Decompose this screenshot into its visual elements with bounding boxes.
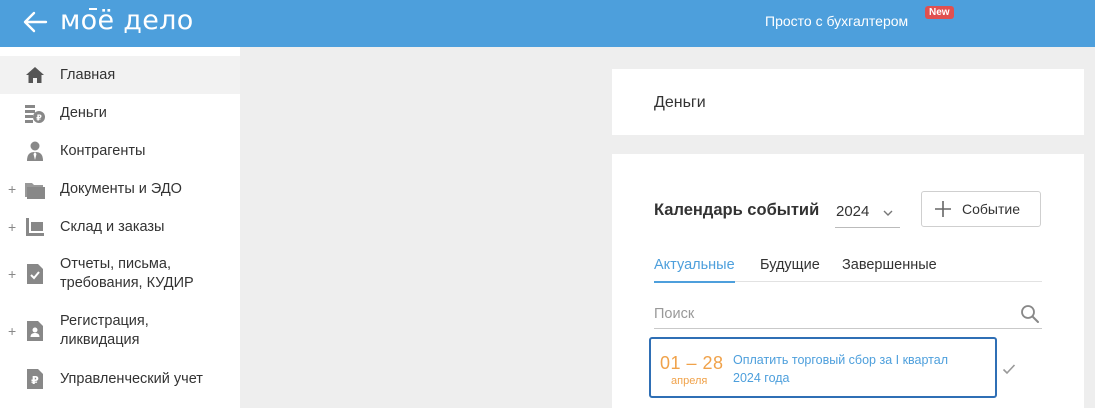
events-tabs: Актуальные Будущие Завершенные [654, 254, 1042, 283]
sidebar-item-label: Контрагенты [60, 143, 146, 159]
sidebar-item-label: Главная [60, 67, 116, 83]
app-logo[interactable]: моё дело [60, 5, 194, 36]
expand-plus-icon[interactable]: + [8, 182, 16, 196]
chevron-down-icon [883, 210, 893, 216]
back-arrow-icon[interactable] [22, 10, 48, 34]
add-event-button[interactable]: Событие [921, 191, 1041, 227]
home-icon [26, 67, 44, 83]
svg-text:₽: ₽ [31, 374, 39, 387]
money-coins-icon: ₽ [25, 105, 45, 123]
report-check-icon [27, 264, 43, 284]
expand-plus-icon[interactable]: + [8, 220, 16, 234]
sidebar-item-label: Документы и ЭДО [60, 181, 182, 197]
event-month: апреля [671, 375, 708, 387]
svg-text:₽: ₽ [36, 114, 42, 123]
sidebar-item-warehouse[interactable]: + Склад и заказы [0, 208, 240, 246]
sidebar-item-reports[interactable]: + Отчеты, письма, требования, КУДИР [0, 246, 240, 302]
add-event-label: Событие [962, 201, 1020, 217]
sidebar-item-counterparties[interactable]: Контрагенты [0, 132, 240, 170]
sidebar-item-management-accounting[interactable]: ₽ Управленческий учет [0, 360, 240, 398]
checkmark-icon[interactable] [1002, 363, 1016, 375]
warehouse-cart-icon [26, 218, 44, 236]
sidebar-item-home[interactable]: Главная [0, 56, 240, 94]
counterparty-person-icon [27, 141, 43, 161]
event-title-line1: Оплатить торговый сбор за I квартал [733, 353, 949, 367]
registration-doc-icon [27, 321, 43, 341]
sidebar-item-label: Склад и заказы [60, 219, 165, 235]
search-input[interactable] [654, 303, 1004, 325]
expand-plus-icon[interactable]: + [8, 267, 16, 281]
sidebar-item-label-line1: Регистрация, [60, 313, 149, 329]
promo-link[interactable]: Просто с бухгалтером [765, 13, 908, 29]
tab-upcoming[interactable]: Будущие [760, 257, 820, 283]
year-select[interactable]: 2024 [835, 199, 900, 228]
plus-icon [935, 201, 951, 217]
sidebar: Главная ₽ Деньги Контрагенты + Документы… [0, 47, 240, 408]
sidebar-item-label-line2: требования, КУДИР [60, 275, 194, 291]
tab-current[interactable]: Актуальные [654, 257, 735, 283]
event-title[interactable]: Оплатить торговый сбор за I квартал 2024… [733, 351, 983, 387]
calendar-title: Календарь событий [654, 201, 820, 219]
top-bar: моё дело Просто с бухгалтером New [0, 0, 1095, 47]
event-card[interactable]: 01 – 28 апреля Оплатить торговый сбор за… [649, 337, 997, 398]
year-select-value: 2024 [836, 203, 870, 220]
money-widget-title[interactable]: Деньги [654, 94, 706, 112]
sidebar-item-label-line2: ликвидация [60, 332, 140, 348]
tab-completed[interactable]: Завершенные [842, 257, 937, 283]
event-date-range: 01 – 28 [660, 353, 724, 373]
sidebar-item-documents[interactable]: + Документы и ЭДО [0, 170, 240, 208]
new-badge: New [925, 6, 954, 19]
expand-plus-icon[interactable]: + [8, 324, 16, 338]
sidebar-item-money[interactable]: ₽ Деньги [0, 94, 240, 132]
folder-icon [25, 183, 45, 199]
search-icon[interactable] [1020, 304, 1040, 324]
events-search [654, 300, 1042, 329]
ruble-doc-icon: ₽ [27, 369, 43, 389]
logo-accent [89, 8, 97, 10]
sidebar-item-label-line1: Отчеты, письма, [60, 256, 171, 272]
money-widget: Деньги [612, 69, 1084, 135]
events-calendar-widget: Календарь событий 2024 Событие Актуальны… [612, 154, 1084, 408]
sidebar-item-label: Деньги [60, 105, 107, 121]
event-title-line2: 2024 года [733, 371, 790, 385]
sidebar-item-registration[interactable]: + Регистрация, ликвидация [0, 302, 240, 360]
sidebar-item-label: Управленческий учет [60, 371, 203, 387]
